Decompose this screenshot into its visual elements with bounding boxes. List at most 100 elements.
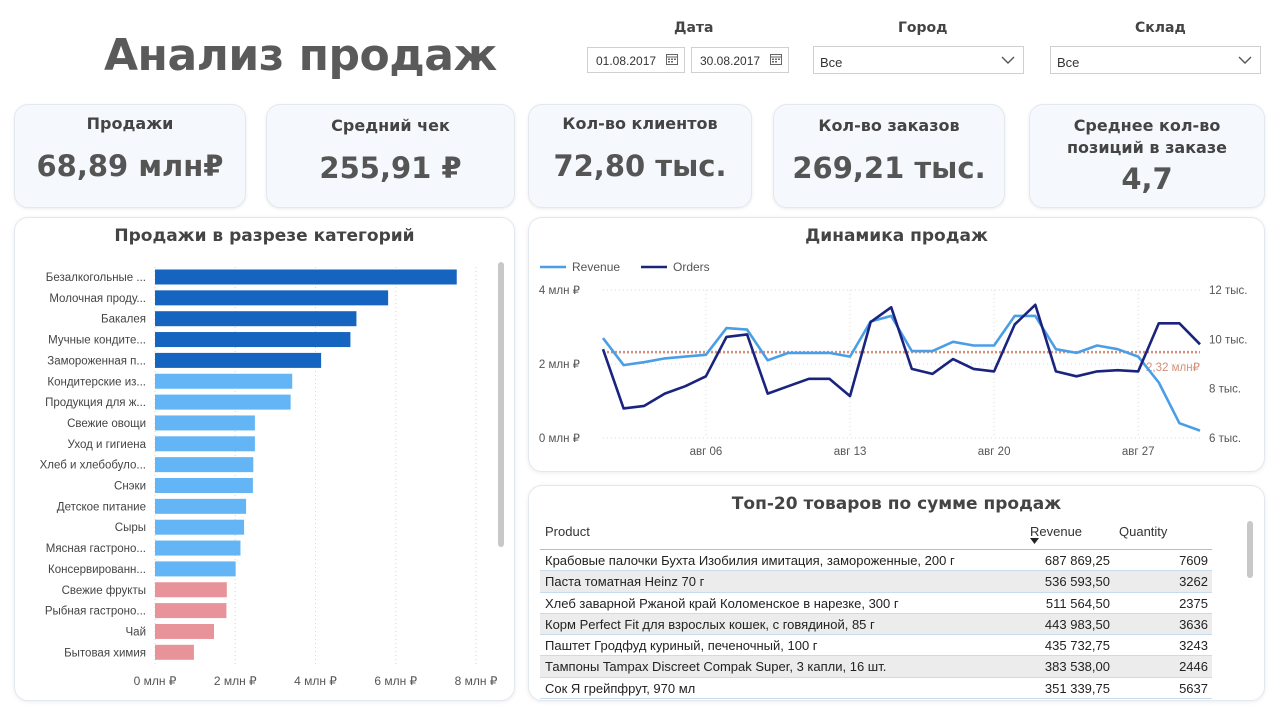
cell-product: Сок Я грейпфрут, 970 мл <box>545 680 696 696</box>
category-label: Консервированн... <box>48 564 146 576</box>
y-left-tick-label: 2 млн ₽ <box>539 359 581 371</box>
category-bar[interactable] <box>155 582 227 598</box>
category-label: Чай <box>126 626 146 638</box>
city-selected-value: Все <box>820 55 843 70</box>
category-bar[interactable] <box>155 519 245 535</box>
date-to-input[interactable]: 30.08.2017 <box>691 47 789 73</box>
x-tick-label: 0 млн ₽ <box>134 674 177 688</box>
city-dropdown[interactable]: Все <box>813 46 1024 74</box>
category-label: Свежие фрукты <box>62 585 146 597</box>
chevron-down-icon <box>1238 56 1252 64</box>
x-tick-label: 8 млн ₽ <box>455 674 498 688</box>
category-bar[interactable] <box>155 332 351 348</box>
chevron-down-icon <box>1001 56 1015 64</box>
series-line-revenue[interactable] <box>601 314 1201 432</box>
kpi-card-sales: Продажи 68,89 млн₽ <box>14 104 246 208</box>
category-bar-chart: 0 млн ₽ 2 млн ₽ 4 млн ₽ 6 млн ₽ 8 млн ₽ Безал… <box>40 267 498 688</box>
table-row[interactable]: Корм Perfect Fit для взрослых кошек, с г… <box>540 613 1212 636</box>
cell-quantity: 2446 <box>1179 659 1208 675</box>
category-bar[interactable] <box>155 498 247 514</box>
category-label: Свежие овощи <box>67 418 146 430</box>
table-row[interactable]: Крабовые палочки Бухта Изобилия имитация… <box>540 550 1212 572</box>
kpi-card-avg-items: Среднее кол-во позиций в заказе 4,7 <box>1029 104 1265 208</box>
category-label: Кондитерские из... <box>47 376 146 388</box>
kpi-value: 68,89 млн₽ <box>36 149 224 183</box>
legend-label[interactable]: Revenue <box>572 260 620 274</box>
y-right-tick-label: 10 тыс. <box>1209 334 1247 346</box>
kpi-label: Средний чек <box>331 116 450 135</box>
column-header-quantity[interactable]: Quantity <box>1119 524 1167 539</box>
category-bar[interactable] <box>155 394 291 410</box>
category-bar[interactable] <box>155 561 236 577</box>
category-bar[interactable] <box>155 311 357 327</box>
cell-product: Крабовые палочки Бухта Изобилия имитация… <box>545 553 955 568</box>
kpi-value: 72,80 тыс. <box>553 149 727 183</box>
kpi-value: 4,7 <box>1121 162 1173 196</box>
y-right-tick-label: 12 тыс. <box>1209 285 1247 297</box>
table-header: Product Revenue Quantity <box>540 520 1212 550</box>
category-label: Бытовая химия <box>64 647 146 659</box>
cell-quantity: 3262 <box>1179 574 1208 590</box>
page-title: Анализ продаж <box>104 30 497 81</box>
sort-desc-icon[interactable] <box>1030 538 1039 544</box>
calendar-icon[interactable] <box>770 53 782 65</box>
category-label: Рыбная гастроно... <box>45 606 146 618</box>
category-bar[interactable] <box>155 603 227 619</box>
category-bar[interactable] <box>155 644 194 660</box>
cell-revenue: 383 538,00 <box>1044 659 1110 675</box>
x-tick-label: авг 06 <box>690 446 723 458</box>
date-from-input[interactable]: 01.08.2017 <box>587 47 685 73</box>
column-header-revenue[interactable]: Revenue <box>1030 524 1082 539</box>
cell-quantity: 7609 <box>1179 553 1208 568</box>
kpi-label: Среднее кол-во позиций в заказе <box>1067 116 1227 157</box>
cell-revenue: 687 869,25 <box>1044 553 1110 568</box>
table-row[interactable]: Сок Я грейпфрут, 970 мл 351 339,75 5637 <box>540 678 1212 700</box>
kpi-label: Кол-во клиентов <box>562 114 718 133</box>
category-label: Детское питание <box>57 501 146 513</box>
category-bar[interactable] <box>155 623 214 639</box>
table-row[interactable]: Паштет Гродфуд куриный, печеночный, 100 … <box>540 635 1212 657</box>
cell-revenue: 435 732,75 <box>1044 638 1110 654</box>
category-bar[interactable] <box>155 373 293 389</box>
date-to-value: 30.08.2017 <box>700 54 761 68</box>
table-row[interactable]: Хлеб заварной Ржаной край Коломенское в … <box>540 593 1212 614</box>
category-bar[interactable] <box>155 290 389 306</box>
legend-label[interactable]: Orders <box>673 260 710 274</box>
y-left-tick-label: 4 млн ₽ <box>539 285 581 297</box>
kpi-value: 255,91 ₽ <box>319 151 462 185</box>
cell-quantity: 5637 <box>1179 680 1208 696</box>
category-bar[interactable] <box>155 457 254 473</box>
kpi-value: 269,21 тыс. <box>792 151 986 185</box>
cell-revenue: 351 339,75 <box>1044 680 1110 696</box>
calendar-icon[interactable] <box>666 53 678 65</box>
category-bar[interactable] <box>155 415 255 431</box>
date-filter-label: Дата <box>674 20 714 36</box>
table-row[interactable]: Тампоны Tampax Discreet Compak Super, 3 … <box>540 656 1212 678</box>
cell-revenue: 511 564,50 <box>1045 595 1110 611</box>
category-bar[interactable] <box>155 269 457 285</box>
cell-quantity: 2375 <box>1179 595 1208 611</box>
column-header-product[interactable]: Product <box>545 524 590 539</box>
category-label: Продукция для ж... <box>45 397 146 409</box>
category-label: Безалкогольные ... <box>46 272 146 284</box>
category-label: Мясная гастроно... <box>46 543 146 555</box>
category-chart-scrollbar[interactable] <box>498 262 504 547</box>
category-bar[interactable] <box>155 436 255 452</box>
table-row[interactable]: Паста томатная Heinz 70 г 536 593,50 3262 <box>540 571 1212 593</box>
cell-quantity: 3636 <box>1179 616 1208 632</box>
category-bar[interactable] <box>155 352 322 368</box>
city-filter-label: Город <box>898 20 948 36</box>
x-tick-label: 4 млн ₽ <box>294 674 337 688</box>
kpi-label: Кол-во заказов <box>818 116 960 135</box>
average-reference-label: 2,32 млн₽ <box>1146 362 1201 374</box>
warehouse-selected-value: Все <box>1057 55 1080 70</box>
y-right-tick-label: 8 тыс. <box>1209 384 1241 396</box>
top-products-table: Product Revenue Quantity Крабовые палочк… <box>540 520 1212 700</box>
table-scrollbar[interactable] <box>1247 521 1253 578</box>
category-bar[interactable] <box>155 540 241 556</box>
x-tick-label: авг 27 <box>1122 446 1155 458</box>
warehouse-dropdown[interactable]: Все <box>1050 46 1261 74</box>
cell-product: Паштет Гродфуд куриный, печеночный, 100 … <box>545 638 818 654</box>
category-label: Молочная проду... <box>49 293 146 305</box>
category-bar[interactable] <box>155 478 253 493</box>
